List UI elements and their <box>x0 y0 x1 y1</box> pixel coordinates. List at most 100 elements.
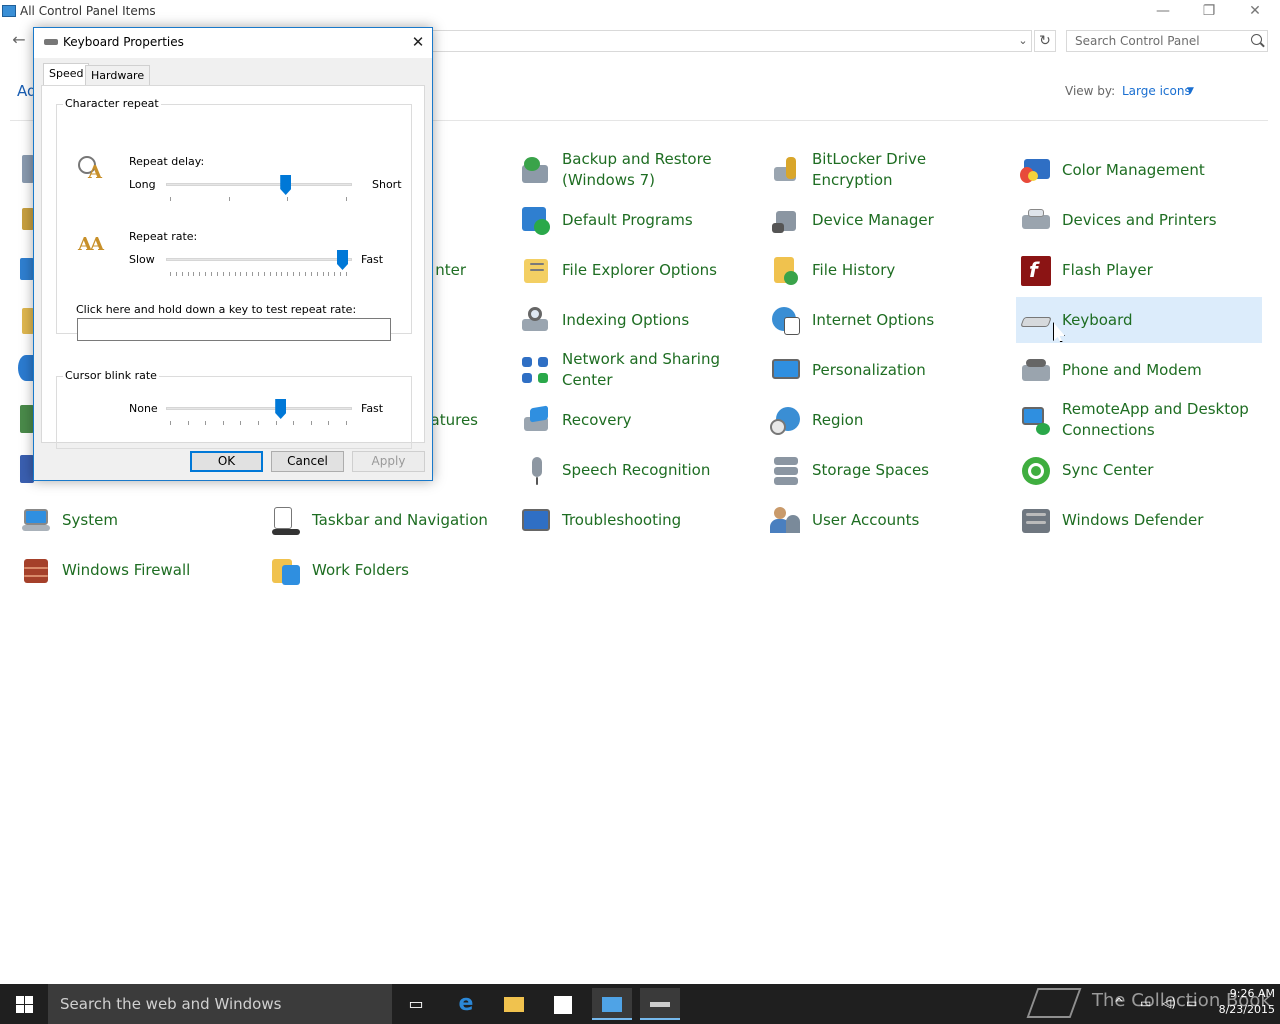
search-input[interactable]: Search Control Panel <box>1066 30 1268 52</box>
edge-browser-icon[interactable]: e <box>446 988 486 1020</box>
repeat-rate-label: Repeat rate: <box>129 230 198 243</box>
item-label: Recovery <box>562 410 632 429</box>
slider-tick <box>234 272 236 276</box>
item-recovery[interactable]: Recovery <box>516 397 762 443</box>
item-color-management[interactable]: Color Management <box>1016 147 1262 193</box>
item-file-history[interactable]: File History <box>766 247 1012 293</box>
slider-tick <box>222 421 224 425</box>
clock-date: 8/23/2015 <box>1218 1003 1275 1016</box>
slider-tick <box>170 272 171 276</box>
internet-options-icon <box>770 305 802 337</box>
users-icon <box>770 505 802 537</box>
item-label: Sync Center <box>1062 460 1154 479</box>
item-region[interactable]: Region <box>766 397 1012 443</box>
tab-hardware[interactable]: Hardware <box>85 65 151 85</box>
close-button[interactable]: ✕ <box>1232 0 1278 24</box>
control-panel-taskbar-icon[interactable] <box>592 988 632 1020</box>
slider-tick <box>328 272 330 276</box>
slider-tick <box>181 272 183 276</box>
rate-slow-label: Slow <box>129 253 155 266</box>
view-by-dropdown[interactable]: Large icons <box>1122 84 1191 98</box>
item-personalization[interactable]: Personalization <box>766 347 1012 393</box>
chevron-down-icon[interactable]: ▼ <box>1187 86 1194 96</box>
item-file-explorer-options[interactable]: File Explorer Options <box>516 247 762 293</box>
repeat-rate-slider[interactable] <box>166 258 352 261</box>
cancel-button[interactable]: Cancel <box>271 451 344 472</box>
item-label: Color Management <box>1062 160 1205 179</box>
item-phone-and-modem[interactable]: Phone and Modem <box>1016 347 1262 393</box>
firewall-icon <box>20 555 52 587</box>
sync-icon <box>1020 455 1052 487</box>
item-speech-recognition[interactable]: Speech Recognition <box>516 447 762 493</box>
minimize-button[interactable]: — <box>1140 0 1186 24</box>
item-taskbar-and-navigation[interactable]: Taskbar and Navigation <box>266 497 512 543</box>
slider-tick <box>287 272 289 276</box>
task-view-icon[interactable]: ▭ <box>396 988 436 1020</box>
item-network-and-sharing[interactable]: Network and Sharing Center <box>516 347 762 393</box>
search-icon[interactable] <box>1251 34 1262 45</box>
slider-tick <box>175 272 177 276</box>
start-button[interactable] <box>0 984 48 1024</box>
item-device-manager[interactable]: Device Manager <box>766 197 1012 243</box>
item-windows-firewall[interactable]: Windows Firewall <box>16 547 262 593</box>
item-bitlocker[interactable]: BitLocker Drive Encryption <box>766 147 1012 193</box>
color-management-icon <box>1020 155 1052 187</box>
item-work-folders[interactable]: Work Folders <box>266 547 512 593</box>
volume-icon[interactable]: ◁) <box>1162 996 1176 1010</box>
item-label: Device Manager <box>812 210 934 229</box>
remoteapp-icon <box>1020 405 1052 437</box>
tab-speed[interactable]: Speed <box>43 63 90 86</box>
item-label: BitLocker Drive Encryption <box>812 150 927 189</box>
repeat-delay-label: Repeat delay: <box>129 155 205 168</box>
device-manager-icon <box>770 205 802 237</box>
work-folders-icon <box>270 555 302 587</box>
keyboard-taskbar-icon[interactable] <box>640 988 680 1020</box>
item-default-programs[interactable]: Default Programs <box>516 197 762 243</box>
file-explorer-icon[interactable] <box>494 988 534 1020</box>
slider-tick <box>316 272 318 276</box>
taskbar-search-box[interactable]: Search the web and Windows <box>48 984 392 1024</box>
hidden-item-icon <box>18 355 34 381</box>
repeat-delay-slider[interactable] <box>166 183 352 186</box>
bitlocker-icon <box>770 155 802 187</box>
slider-tick <box>258 421 259 425</box>
test-repeat-input[interactable] <box>77 318 391 341</box>
default-programs-icon <box>520 205 552 237</box>
store-icon[interactable] <box>543 988 583 1020</box>
control-panel-icon <box>2 5 16 17</box>
rate-fast-label: Fast <box>361 253 384 266</box>
item-user-accounts[interactable]: User Accounts <box>766 497 1012 543</box>
item-indexing-options[interactable]: Indexing Options <box>516 297 762 343</box>
item-sync-center[interactable]: Sync Center <box>1016 447 1262 493</box>
show-hidden-icons[interactable]: ^ <box>1114 996 1124 1010</box>
item-storage-spaces[interactable]: Storage Spaces <box>766 447 1012 493</box>
item-system[interactable]: System <box>16 497 262 543</box>
slider-tick <box>258 272 259 276</box>
address-bar[interactable] <box>432 30 1032 52</box>
item-keyboard[interactable]: Keyboard <box>1016 297 1262 343</box>
dialog-close-icon[interactable]: ✕ <box>406 31 430 53</box>
blink-none-label: None <box>129 402 158 415</box>
slider-tick <box>205 421 207 425</box>
network-tray-icon[interactable]: ▭ <box>1140 996 1151 1010</box>
clock-time: 9:26 AM <box>1229 987 1275 1000</box>
item-flash-player[interactable]: f Flash Player <box>1016 247 1262 293</box>
clock[interactable]: 9:26 AM 8/23/2015 <box>1205 986 1275 1018</box>
cursor-blink-slider[interactable] <box>166 407 352 410</box>
item-troubleshooting[interactable]: Troubleshooting <box>516 497 762 543</box>
action-center-icon[interactable]: ▭ <box>1186 996 1197 1010</box>
item-devices-and-printers[interactable]: Devices and Printers <box>1016 197 1262 243</box>
item-internet-options[interactable]: Internet Options <box>766 297 1012 343</box>
address-dropdown-icon[interactable]: ⌄ <box>1014 30 1032 52</box>
region-icon <box>770 405 802 437</box>
item-windows-defender[interactable]: Windows Defender <box>1016 497 1262 543</box>
item-remoteapp[interactable]: RemoteApp and Desktop Connections <box>1016 397 1262 443</box>
network-icon <box>520 355 552 387</box>
refresh-icon[interactable]: ↻ <box>1034 30 1056 52</box>
ok-button[interactable]: OK <box>190 451 263 472</box>
slider-tick <box>170 421 171 425</box>
back-arrow-icon[interactable]: ← <box>8 32 30 50</box>
apply-button[interactable]: Apply <box>352 451 425 472</box>
item-backup-and-restore[interactable]: Backup and Restore (Windows 7) <box>516 147 762 193</box>
restore-button[interactable]: ❐ <box>1186 0 1232 24</box>
